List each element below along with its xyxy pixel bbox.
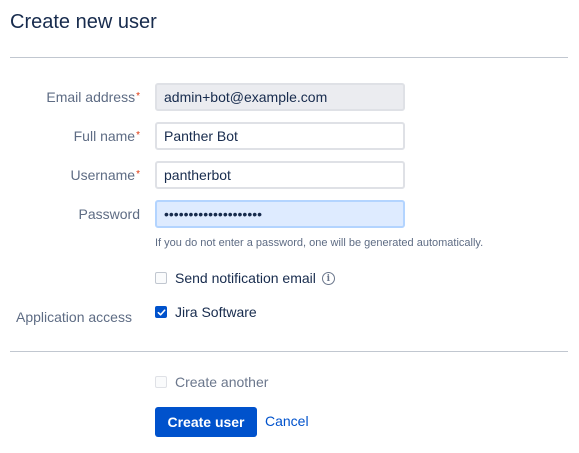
password-hint: If you do not enter a password, one will… [155, 237, 484, 249]
application-access-label-text: Application access [16, 309, 132, 325]
required-marker: * [136, 130, 140, 141]
password-field[interactable] [155, 200, 405, 228]
jira-software-checkbox[interactable] [155, 306, 167, 318]
email-label: Email address* [46, 83, 140, 111]
username-label-text: Username [70, 167, 136, 183]
required-marker: * [136, 169, 140, 180]
create-another-row: Create another [155, 374, 268, 390]
username-field[interactable] [155, 161, 405, 189]
send-notification-checkbox[interactable] [155, 272, 167, 284]
fullname-label-text: Full name [73, 128, 136, 144]
fullname-field[interactable] [155, 122, 405, 150]
create-another-label[interactable]: Create another [175, 374, 268, 390]
email-field[interactable] [155, 83, 405, 111]
info-icon[interactable]: i [321, 271, 335, 285]
email-label-text: Email address [46, 89, 136, 105]
send-notification-label[interactable]: Send notification email [175, 270, 316, 286]
bottom-divider [10, 351, 568, 352]
jira-software-label[interactable]: Jira Software [175, 304, 257, 320]
cancel-link[interactable]: Cancel [265, 413, 309, 429]
create-another-checkbox[interactable] [155, 376, 167, 388]
page-title: Create new user [10, 11, 157, 33]
password-label-text: Password [78, 206, 140, 222]
send-notification-row: Send notification email i [155, 270, 335, 286]
create-user-button[interactable]: Create user [155, 407, 257, 437]
application-access-label: Application access [16, 303, 132, 331]
username-label: Username* [71, 161, 141, 189]
password-label: Password [79, 200, 140, 228]
top-divider [10, 57, 568, 58]
required-marker: * [136, 91, 140, 102]
fullname-label: Full name* [74, 122, 140, 150]
jira-software-row: Jira Software [155, 304, 257, 320]
checkmark-icon [157, 308, 165, 316]
